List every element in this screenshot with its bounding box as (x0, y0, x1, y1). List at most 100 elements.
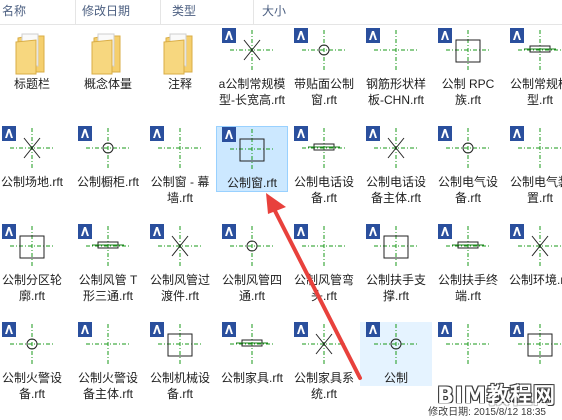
file-item[interactable]: 公制风管四通.rft (216, 224, 288, 304)
family-template-icon (150, 126, 210, 174)
family-template-icon (222, 322, 282, 370)
file-item[interactable]: a公制常规模型-长宽高.rft (216, 28, 288, 108)
revit-family-badge-icon (438, 322, 452, 337)
family-template-icon (366, 28, 426, 76)
family-template-icon (2, 126, 62, 174)
column-divider[interactable] (253, 0, 254, 24)
revit-family-badge-icon (510, 224, 524, 239)
folder-icon (78, 28, 138, 76)
file-label: 公制电气设备.rft (437, 175, 498, 205)
file-item[interactable]: 公制扶手支撑.rft (360, 224, 432, 304)
column-divider[interactable] (160, 0, 161, 24)
file-item[interactable]: 公制家具.rft (216, 322, 288, 386)
family-template-icon (510, 126, 562, 174)
revit-family-badge-icon (510, 126, 524, 141)
file-item[interactable]: 公制窗.rft (216, 126, 288, 192)
file-item[interactable]: 公制 (360, 322, 432, 386)
folder-item[interactable]: 标题栏 (0, 28, 68, 92)
revit-family-badge-icon (150, 322, 164, 337)
file-item[interactable]: 公制常规模型.rft (504, 28, 562, 108)
family-template-icon (438, 126, 498, 174)
revit-family-badge-icon (2, 126, 16, 141)
revit-family-badge-icon (510, 28, 524, 43)
file-label: 标题栏 (13, 77, 50, 91)
file-label: 公制窗.rft (227, 176, 277, 190)
file-item[interactable]: 带贴面公制窗.rft (288, 28, 360, 108)
file-item[interactable]: 公制火警设备.rft (0, 322, 68, 402)
folder-icon (2, 28, 62, 76)
family-template-icon (2, 224, 62, 272)
family-template-icon (294, 224, 354, 272)
file-item[interactable]: 公制环境.rft (504, 224, 562, 288)
file-item[interactable]: 公制风管弯头.rft (288, 224, 360, 304)
column-size-header[interactable]: 大小 (262, 0, 286, 24)
file-label: 公制电气装置.rft (509, 175, 562, 205)
family-template-icon (438, 224, 498, 272)
file-label: 公制环境.rft (509, 273, 562, 287)
family-template-icon (2, 322, 62, 370)
revit-family-badge-icon (150, 224, 164, 239)
file-label: 公制 (383, 371, 408, 385)
file-item[interactable]: 公制电话设备主体.rft (360, 126, 432, 206)
file-item[interactable]: 公制扶手终端.rft (432, 224, 504, 304)
file-item[interactable]: 公制电话设备.rft (288, 126, 360, 206)
revit-family-badge-icon (294, 224, 308, 239)
column-type-header[interactable]: 类型 (172, 0, 196, 24)
revit-family-badge-icon (78, 126, 92, 141)
file-item[interactable]: 公制电气设备.rft (432, 126, 504, 206)
file-label: 公制风管 T 形三通.rft (78, 273, 138, 303)
file-item[interactable]: 公制机械设备.rft (144, 322, 216, 402)
folder-item[interactable]: 概念体量 (72, 28, 144, 92)
column-divider[interactable] (75, 0, 76, 24)
file-item[interactable]: 公制火警设备主体.rft (72, 322, 144, 402)
folder-item[interactable]: 注释 (144, 28, 216, 92)
family-template-icon (78, 322, 138, 370)
revit-family-badge-icon (366, 28, 380, 43)
file-label: 公制分区轮廓.rft (1, 273, 62, 303)
file-label: 公制风管过渡件.rft (149, 273, 210, 303)
family-template-icon (150, 224, 210, 272)
revit-family-badge-icon (150, 126, 164, 141)
file-label: 概念体量 (83, 77, 132, 91)
revit-family-badge-icon (78, 322, 92, 337)
family-template-icon (222, 28, 282, 76)
revit-family-badge-icon (2, 224, 16, 239)
revit-family-badge-icon (222, 322, 236, 337)
revit-family-badge-icon (438, 126, 452, 141)
file-label: 公制风管四通.rft (221, 273, 282, 303)
file-label: 公制火警设备.rft (1, 371, 62, 401)
family-template-icon (222, 224, 282, 272)
file-item[interactable]: 公制 RPC 族.rft (432, 28, 504, 108)
file-label: 公制风管弯头.rft (293, 273, 354, 303)
file-item[interactable]: 公制场地.rft (0, 126, 68, 190)
file-item[interactable]: 公制风管 T 形三通.rft (72, 224, 144, 304)
file-label: a公制常规模型-长宽高.rft (218, 77, 286, 107)
family-template-icon (294, 322, 354, 370)
column-date-header[interactable]: 修改日期 (82, 0, 130, 24)
file-label: 带贴面公制窗.rft (293, 77, 354, 107)
file-item[interactable]: 公制风管过渡件.rft (144, 224, 216, 304)
file-item[interactable]: 公制橱柜.rft (72, 126, 144, 190)
file-item[interactable] (432, 322, 504, 370)
family-template-icon (366, 224, 426, 272)
file-label: 公制电话设备主体.rft (365, 175, 426, 205)
file-item[interactable]: 公制窗 - 幕墙.rft (144, 126, 216, 206)
file-label: 公制火警设备主体.rft (77, 371, 138, 401)
file-item[interactable]: 钢筋形状样板-CHN.rft (360, 28, 432, 108)
column-name-header[interactable]: 名称 (2, 0, 26, 24)
revit-family-badge-icon (438, 224, 452, 239)
file-item[interactable] (504, 322, 562, 370)
revit-family-badge-icon (78, 224, 92, 239)
revit-family-badge-icon (294, 322, 308, 337)
file-label: 公制家具.rft (221, 371, 283, 385)
file-grid: 标题栏 概念体量 注释 a公制常规模型-长宽高.rft 带贴面公制窗.rft 钢筋形状样板… (0, 24, 562, 420)
family-template-icon (438, 28, 498, 76)
file-item[interactable]: 公制分区轮廓.rft (0, 224, 68, 304)
file-label: 公制 RPC 族.rft (441, 77, 495, 107)
column-header: 名称 修改日期 类型 大小 (0, 0, 562, 25)
file-label: 公制窗 - 幕墙.rft (150, 175, 210, 205)
file-item[interactable]: 公制家具系统.rft (288, 322, 360, 402)
file-label: 钢筋形状样板-CHN.rft (365, 77, 426, 107)
file-label: 公制常规模型.rft (509, 77, 562, 107)
file-item[interactable]: 公制电气装置.rft (504, 126, 562, 206)
